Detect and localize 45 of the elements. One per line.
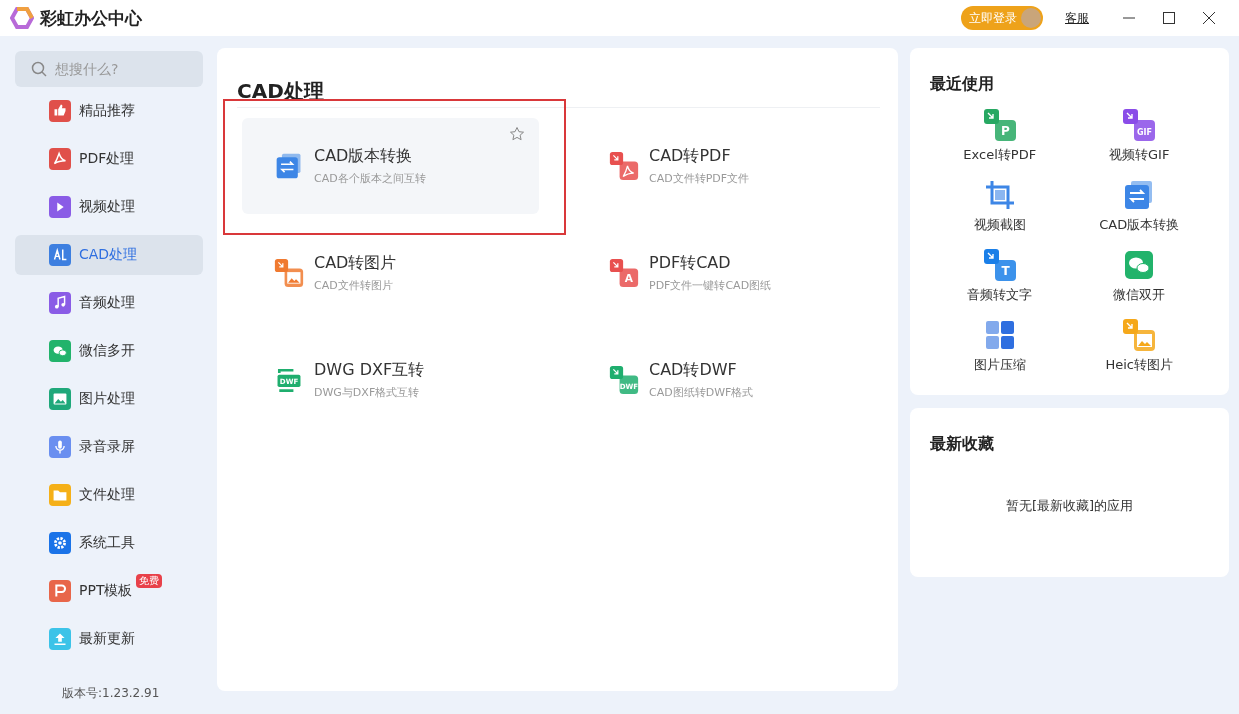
sidebar-item[interactable]: 精品推荐 [15, 91, 203, 131]
free-badge: 免费 [136, 574, 162, 588]
logo-icon [10, 6, 34, 30]
star-icon[interactable] [509, 126, 525, 142]
tool-card[interactable]: DWF DWG DXF互转 DWG与DXF格式互转 [242, 332, 539, 428]
icon-letter: DWF [619, 381, 639, 391]
recent-app[interactable]: 图片压缩 [930, 317, 1070, 375]
sidebar-item[interactable]: 最新更新 [15, 619, 203, 659]
tool-card[interactable]: DWF CAD转DWF CAD图纸转DWF格式 [577, 332, 874, 428]
service-link[interactable]: 客服 [1059, 8, 1095, 28]
sidebar-item[interactable]: 系统工具 [15, 523, 203, 563]
recent-app[interactable]: 微信双开 [1069, 247, 1209, 305]
tool-card[interactable]: A PDF转CAD PDF文件一键转CAD图纸 [577, 225, 874, 321]
tool-card[interactable]: CAD版本转换 CAD各个版本之间互转 [242, 118, 539, 214]
tool-card[interactable]: CAD转PDF CAD文件转PDF文件 [577, 118, 874, 214]
empty-message: 暂无[最新收藏]的应用 [1004, 497, 1135, 515]
version-text: 版本号:1.23.2.91 [62, 685, 160, 702]
icon-letter: T [1001, 264, 1010, 278]
recent-app[interactable]: T 音频转文字 [930, 247, 1070, 305]
close-icon[interactable] [1203, 12, 1215, 24]
recent-app[interactable]: 视频截图 [930, 177, 1070, 235]
sidebar-item[interactable]: 视频处理 [15, 187, 203, 227]
search-icon [31, 61, 47, 77]
maximize-icon[interactable] [1163, 12, 1175, 24]
sidebar-item[interactable]: PDF处理 [15, 139, 203, 179]
tool-card[interactable]: CAD转图片 CAD文件转图片 [242, 225, 539, 321]
sidebar-item[interactable]: PPT模板 免费 [15, 571, 203, 611]
icon-letter: DWF [279, 377, 299, 387]
recent-app[interactable]: CAD版本转换 [1069, 177, 1209, 235]
icon-letter: P [1000, 124, 1010, 138]
sidebar-item[interactable]: CAD处理 [15, 235, 203, 275]
sidebar-item[interactable]: 微信多开 [15, 331, 203, 371]
sidebar-item[interactable]: 录音录屏 [15, 427, 203, 467]
sidebar-item[interactable]: 图片处理 [15, 379, 203, 419]
recent-app[interactable]: P Excel转PDF [930, 107, 1070, 165]
icon-letter: GIF [1137, 128, 1153, 137]
sidebar-item[interactable]: 文件处理 [15, 475, 203, 515]
search-field[interactable]: 想搜什么? [15, 51, 203, 87]
recent-app[interactable]: Heic转图片 [1069, 317, 1209, 375]
sidebar-item[interactable]: 音频处理 [15, 283, 203, 323]
panel-title: 最近使用 [930, 74, 995, 95]
icon-letter: A [624, 271, 633, 284]
panel-title: 最新收藏 [930, 434, 995, 455]
app-title: 彩虹办公中心 [40, 6, 142, 30]
recent-app[interactable]: GIF 视频转GIF [1069, 107, 1209, 165]
